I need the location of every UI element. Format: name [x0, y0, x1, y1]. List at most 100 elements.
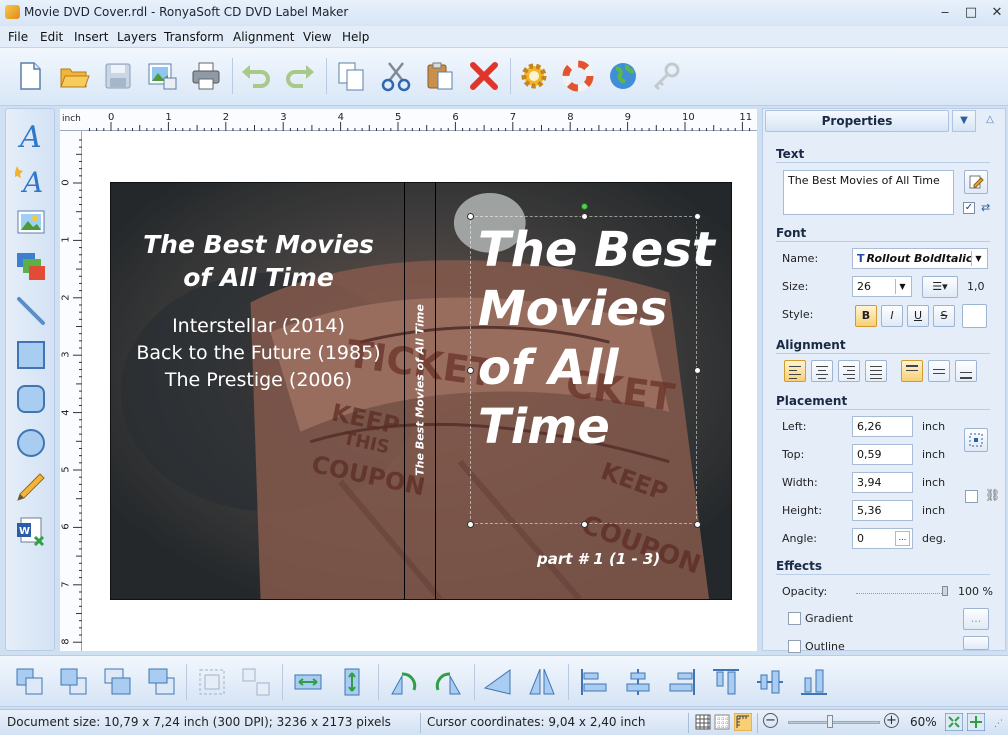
- chevron-down-icon[interactable]: ▼: [895, 279, 909, 294]
- menu-edit[interactable]: Edit: [40, 30, 63, 44]
- align-right-icon[interactable]: [666, 666, 698, 698]
- align-text-right-button[interactable]: [838, 360, 860, 382]
- back-cover-movie-line[interactable]: The Prestige (2006): [126, 367, 391, 394]
- back-cover-title[interactable]: The Best Movies of All Time: [126, 228, 391, 294]
- fit-page-icon[interactable]: [945, 713, 963, 731]
- back-cover-movie-line[interactable]: Interstellar (2014): [126, 313, 391, 340]
- valign-bottom-button[interactable]: [955, 360, 977, 382]
- image-export-icon[interactable]: [146, 60, 178, 92]
- paste-icon[interactable]: [424, 60, 456, 92]
- menu-insert[interactable]: Insert: [74, 30, 108, 44]
- align-middle-icon[interactable]: [754, 666, 786, 698]
- top-field[interactable]: 0,59: [852, 444, 913, 465]
- italic-button[interactable]: I: [881, 305, 903, 327]
- resize-handle-bottom-left[interactable]: [467, 521, 474, 528]
- part-number-text[interactable]: part # 1 (1 - 3): [537, 550, 660, 568]
- open-folder-icon[interactable]: [58, 60, 90, 92]
- menu-file[interactable]: File: [8, 30, 28, 44]
- resize-handle-top[interactable]: [581, 213, 588, 220]
- delete-icon[interactable]: [468, 60, 500, 92]
- keep-proportions-checkbox[interactable]: [965, 490, 978, 503]
- curved-text-tool-icon[interactable]: A: [15, 163, 47, 195]
- rotate-handle[interactable]: [581, 203, 588, 210]
- settings-gear-icon[interactable]: [518, 60, 550, 92]
- snap-grid-icon[interactable]: [714, 714, 730, 730]
- align-left-icon[interactable]: [578, 666, 610, 698]
- height-field[interactable]: 5,36: [852, 500, 913, 521]
- web-globe-icon[interactable]: [607, 60, 639, 92]
- group-icon[interactable]: [196, 666, 228, 698]
- redo-icon[interactable]: [284, 60, 316, 92]
- rotate-right-icon[interactable]: [432, 666, 464, 698]
- cut-icon[interactable]: [380, 60, 412, 92]
- chevron-down-icon[interactable]: ▼: [971, 251, 985, 266]
- menu-layers[interactable]: Layers: [117, 30, 157, 44]
- bring-forward-icon[interactable]: [102, 666, 134, 698]
- gradient-checkbox[interactable]: [788, 612, 801, 625]
- actual-size-icon[interactable]: [967, 713, 985, 731]
- resize-handle-right[interactable]: [694, 367, 701, 374]
- print-icon[interactable]: [190, 60, 222, 92]
- copy-icon[interactable]: [335, 60, 367, 92]
- font-name-select[interactable]: T Rollout BoldItalic ▼: [852, 248, 988, 269]
- width-field[interactable]: 3,94: [852, 472, 913, 493]
- bold-button[interactable]: B: [855, 305, 877, 327]
- resize-grip-icon[interactable]: ⋰: [994, 719, 1003, 729]
- zoom-out-button[interactable]: −: [763, 713, 778, 728]
- minimize-button[interactable]: ‒: [932, 4, 958, 22]
- help-lifebuoy-icon[interactable]: [562, 60, 594, 92]
- properties-header[interactable]: Properties: [765, 110, 949, 132]
- ungroup-icon[interactable]: [240, 666, 272, 698]
- valign-middle-button[interactable]: [928, 360, 950, 382]
- outline-settings-button[interactable]: [963, 636, 989, 650]
- import-word-tool-icon[interactable]: W: [15, 515, 47, 547]
- angle-picker-button[interactable]: ...: [895, 531, 910, 546]
- zoom-slider-thumb[interactable]: [826, 715, 833, 728]
- align-text-left-button[interactable]: [784, 360, 806, 382]
- fit-width-icon[interactable]: [292, 666, 324, 698]
- zoom-slider-track[interactable]: [788, 721, 880, 724]
- rotate-left-icon[interactable]: [388, 666, 420, 698]
- opacity-slider-thumb[interactable]: [942, 586, 948, 596]
- back-cover-movie-line[interactable]: Back to the Future (1985): [126, 340, 391, 367]
- selection-box[interactable]: [470, 216, 697, 524]
- background-tool-icon[interactable]: [15, 251, 47, 283]
- fit-height-icon[interactable]: [336, 666, 368, 698]
- image-tool-icon[interactable]: [15, 207, 47, 239]
- valign-top-button[interactable]: [901, 360, 923, 382]
- position-center-button[interactable]: [964, 428, 988, 452]
- resize-handle-top-right[interactable]: [694, 213, 701, 220]
- line-spacing-button[interactable]: ☰▾: [922, 276, 958, 298]
- grid-view-icon[interactable]: [695, 714, 711, 730]
- font-color-swatch[interactable]: [962, 304, 987, 328]
- font-size-select[interactable]: 26 ▼: [852, 276, 912, 297]
- bring-to-front-icon[interactable]: [14, 666, 46, 698]
- menu-help[interactable]: Help: [342, 30, 369, 44]
- line-tool-icon[interactable]: [15, 295, 47, 327]
- strikethrough-button[interactable]: S: [933, 305, 955, 327]
- menu-alignment[interactable]: Alignment: [233, 30, 294, 44]
- maximize-button[interactable]: □: [958, 4, 984, 22]
- key-icon[interactable]: [651, 60, 683, 92]
- outline-checkbox[interactable]: [788, 640, 801, 653]
- resize-handle-bottom-right[interactable]: [694, 521, 701, 528]
- send-backward-icon[interactable]: [146, 666, 178, 698]
- save-icon[interactable]: [102, 60, 134, 92]
- rounded-rectangle-tool-icon[interactable]: [15, 383, 47, 415]
- ellipse-tool-icon[interactable]: [15, 427, 47, 459]
- gradient-settings-button[interactable]: ...: [963, 608, 989, 630]
- properties-dropdown-button[interactable]: ▼: [952, 110, 976, 132]
- resize-handle-left[interactable]: [467, 367, 474, 374]
- spine-title[interactable]: The Best Movies of All Time: [414, 304, 427, 476]
- align-text-center-button[interactable]: [811, 360, 833, 382]
- send-to-back-icon[interactable]: [58, 666, 90, 698]
- word-wrap-checkbox[interactable]: ✓: [963, 202, 975, 214]
- angle-field[interactable]: 0 ...: [852, 528, 913, 549]
- menu-transform[interactable]: Transform: [164, 30, 224, 44]
- pencil-tool-icon[interactable]: [15, 471, 47, 503]
- ruler-toggle-icon[interactable]: [734, 713, 752, 731]
- resize-handle-bottom[interactable]: [581, 521, 588, 528]
- resize-handle-top-left[interactable]: [467, 213, 474, 220]
- opacity-slider-track[interactable]: [856, 593, 948, 595]
- flip-horizontal-icon[interactable]: [482, 666, 514, 698]
